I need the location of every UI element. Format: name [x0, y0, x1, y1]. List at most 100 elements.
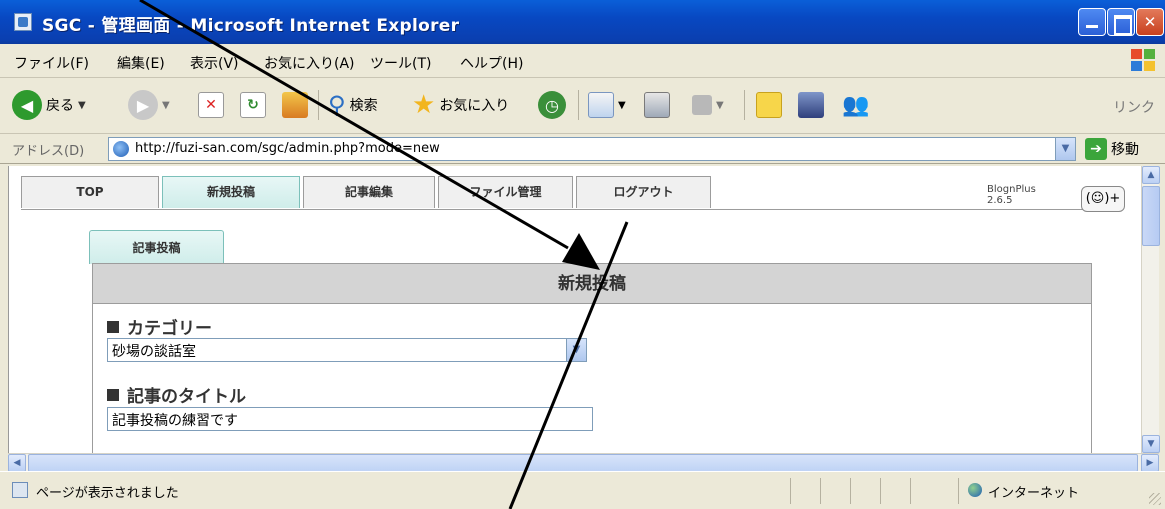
chevron-down-icon[interactable]: ▼: [566, 339, 586, 361]
maximize-button[interactable]: [1107, 8, 1135, 36]
resize-grip-icon[interactable]: [1149, 493, 1161, 505]
horizontal-scrollbar[interactable]: ◀ ▶: [8, 453, 1159, 472]
links-label[interactable]: リンク: [1113, 97, 1155, 117]
window-title: SGC - 管理画面 - Microsoft Internet Explorer: [42, 16, 460, 36]
category-label: カテゴリー: [107, 314, 212, 339]
title-input[interactable]: 記事投稿の練習です: [107, 407, 593, 431]
toolbar-separator: [318, 90, 319, 120]
mail-button[interactable]: ▼: [588, 86, 626, 124]
back-label: 戻る: [46, 98, 74, 114]
address-url: http://fuzi-san.com/sgc/admin.php?mode=n…: [135, 141, 440, 156]
home-button[interactable]: [282, 86, 308, 124]
back-button[interactable]: ◀ 戻る ▼: [12, 86, 86, 124]
ie-page-icon: [113, 141, 129, 157]
tab-new-post[interactable]: 新規投稿: [162, 176, 300, 208]
edit-button[interactable]: ▼: [692, 86, 724, 124]
address-input[interactable]: http://fuzi-san.com/sgc/admin.php?mode=n…: [108, 137, 1076, 161]
status-divider: [790, 478, 791, 504]
home-icon: [282, 92, 308, 118]
status-divider: [880, 478, 881, 504]
tab-logout[interactable]: ログアウト: [576, 176, 711, 208]
address-dropdown-icon[interactable]: ▼: [1055, 138, 1075, 160]
dropdown-arrow-icon: ▼: [716, 99, 724, 111]
mail-icon: [588, 92, 614, 118]
notes-button[interactable]: [756, 86, 782, 124]
search-label: 検索: [349, 98, 378, 114]
forward-arrow-icon: ▶: [128, 90, 158, 120]
horizontal-scroll-thumb[interactable]: [28, 454, 1138, 472]
blogn-name: BlognPlus: [987, 184, 1036, 195]
menu-favorites[interactable]: お気に入り(A): [264, 53, 355, 73]
admin-tab-bar: TOP 新規投稿 記事編集 ファイル管理 ログアウト BlognPlus 2.6…: [21, 176, 1125, 212]
tab-top[interactable]: TOP: [21, 176, 159, 208]
menu-edit[interactable]: 編集(E): [117, 53, 165, 73]
printer-icon: [644, 92, 670, 118]
menu-file[interactable]: ファイル(F): [14, 53, 89, 73]
square-bullet-icon: [107, 389, 119, 401]
status-bar: ページが表示されました インターネット: [0, 471, 1165, 509]
menu-view[interactable]: 表示(V): [190, 53, 239, 73]
dropdown-arrow-icon: ▼: [78, 99, 86, 111]
scroll-thumb[interactable]: [1142, 186, 1160, 246]
tab-file-management[interactable]: ファイル管理: [438, 176, 573, 208]
forward-button[interactable]: ▶ ▼: [128, 86, 170, 124]
blogn-version: BlognPlus 2.6.5: [987, 184, 1036, 206]
toolbar-separator: [578, 90, 579, 120]
favorites-button[interactable]: ★ お気に入り: [412, 86, 509, 124]
back-arrow-icon: ◀: [12, 90, 42, 120]
tab-post-article[interactable]: 記事投稿: [89, 230, 224, 264]
page-done-icon: [12, 482, 28, 498]
note-icon: [756, 92, 782, 118]
go-label: 移動: [1111, 142, 1139, 158]
vertical-scrollbar[interactable]: ▲ ▼: [1141, 166, 1160, 453]
close-button[interactable]: ✕: [1136, 8, 1164, 36]
status-divider: [850, 478, 851, 504]
form-title: 新規投稿: [93, 264, 1091, 304]
search-icon: ⚲: [328, 91, 346, 119]
stop-button[interactable]: ✕: [198, 86, 224, 124]
category-selected-value: 砂場の談話室: [112, 344, 196, 360]
blogn-icon-button[interactable]: (☺)+: [1081, 186, 1125, 212]
refresh-button[interactable]: ↻: [240, 86, 266, 124]
address-label: アドレス(D): [12, 144, 85, 159]
status-divider: [910, 478, 911, 504]
ie-page-icon: [14, 13, 32, 31]
toolbar-separator: [744, 90, 745, 120]
edit-icon: [692, 95, 712, 115]
research-icon: [798, 92, 824, 118]
standard-toolbar: ◀ 戻る ▼ ▶ ▼ ✕ ↻ ⚲ 検索 ★ お気に入り ◷ ▼ ▼ 👥 リンク: [0, 78, 1165, 134]
tab-edit-posts[interactable]: 記事編集: [303, 176, 435, 208]
menu-tools[interactable]: ツール(T): [370, 53, 431, 73]
dropdown-arrow-icon: ▼: [162, 99, 170, 111]
title-bar: SGC - 管理画面 - Microsoft Internet Explorer…: [0, 0, 1165, 44]
go-button[interactable]: ➔ 移動: [1085, 138, 1139, 160]
print-button[interactable]: [644, 86, 670, 124]
windows-logo-icon: [1131, 49, 1157, 73]
category-select[interactable]: 砂場の談話室 ▼: [107, 338, 587, 362]
refresh-icon: ↻: [240, 92, 266, 118]
status-divider: [820, 478, 821, 504]
square-bullet-icon: [107, 321, 119, 333]
history-icon: ◷: [538, 91, 566, 119]
new-post-form: 新規投稿 カテゴリー 砂場の談話室 ▼ 記事のタイトル 記事投稿の練習です: [92, 263, 1092, 453]
title-label-text: 記事のタイトル: [127, 387, 246, 407]
status-text: ページが表示されました: [36, 486, 179, 501]
scroll-down-icon[interactable]: ▼: [1142, 435, 1160, 453]
history-button[interactable]: ◷: [538, 86, 566, 124]
scroll-left-icon[interactable]: ◀: [8, 454, 26, 472]
search-button[interactable]: ⚲ 検索: [328, 86, 378, 124]
zone-text: インターネット: [988, 486, 1080, 501]
internet-zone-icon: [968, 483, 982, 497]
title-label: 記事のタイトル: [107, 382, 246, 407]
messenger-icon: 👥: [842, 92, 870, 118]
status-divider: [958, 478, 959, 504]
scroll-right-icon[interactable]: ▶: [1141, 454, 1159, 472]
menu-bar: ファイル(F) 編集(E) 表示(V) お気に入り(A) ツール(T) ヘルプ(…: [0, 44, 1165, 78]
scroll-up-icon[interactable]: ▲: [1142, 166, 1160, 184]
minimize-button[interactable]: [1078, 8, 1106, 36]
research-button[interactable]: [798, 86, 824, 124]
menu-help[interactable]: ヘルプ(H): [460, 53, 523, 73]
messenger-button[interactable]: 👥: [842, 86, 869, 124]
go-arrow-icon: ➔: [1085, 138, 1107, 160]
dropdown-arrow-icon: ▼: [618, 99, 626, 111]
